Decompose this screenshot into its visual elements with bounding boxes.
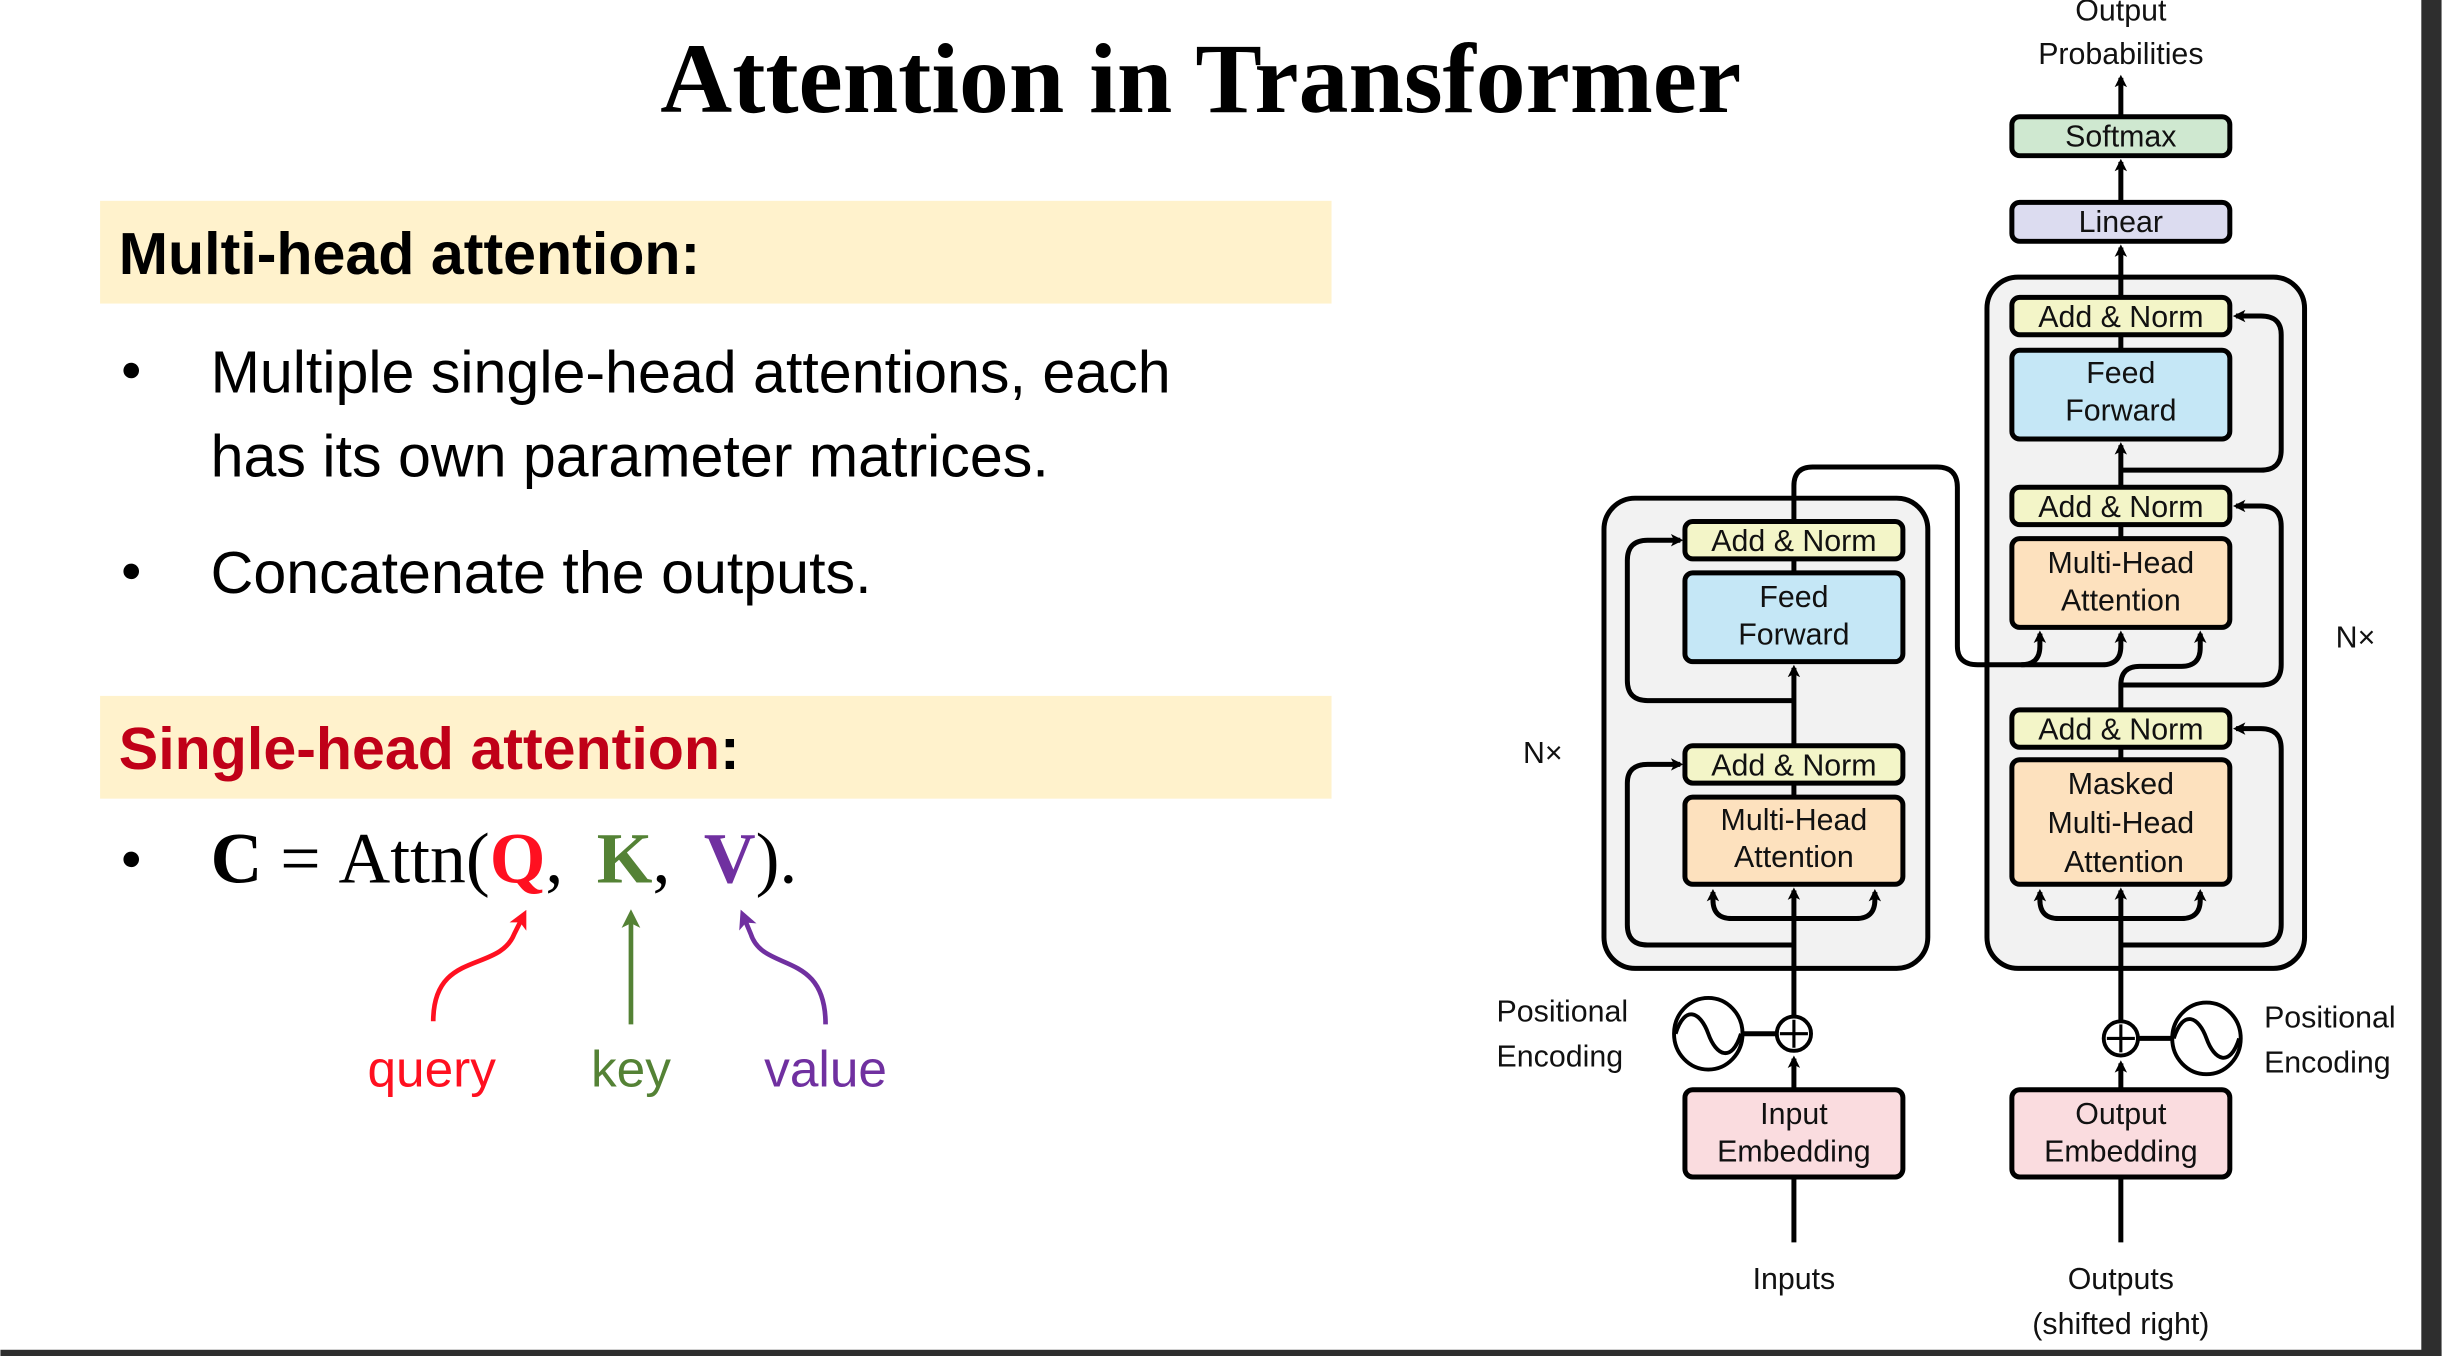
bottom-edge [0,1349,2442,1356]
inputs-label: Inputs [1753,1263,1836,1296]
bullet [123,563,140,580]
encoder-positional-encoding-label: Positional Encoding [1497,995,1629,1073]
bullet-2: Concatenate the outputs. [211,539,872,606]
masked-mha-label: Masked Multi-Head Attention [2047,768,2194,879]
decoder-add-norm-2-label: Add & Norm [2038,491,2203,524]
decoder-add-norm-3-label: Add & Norm [2038,301,2203,334]
query-arrow [430,909,527,1022]
attention-formula: C = Attn(Q, K, V). [211,820,798,899]
decoder-add-norm-1-label: Add & Norm [2038,713,2203,746]
right-edge [2421,0,2442,1356]
single-head-heading: Single-head attention: [119,715,740,782]
outputs-label: Outputs (shifted right) [2032,1263,2209,1341]
encoder-add-norm-1-label: Add & Norm [1711,749,1876,782]
query-label: query [367,1040,496,1098]
decoder-positional-encoding-label: Positional Encoding [2264,1002,2396,1080]
output-probabilities-label: Output Probabilities [2038,0,2203,71]
key-label: key [591,1040,671,1098]
bullet [123,362,140,379]
multi-head-heading: Multi-head attention: [119,220,700,287]
transformer-diagram: Softmax Linear Add & Norm Feed Forward Ad… [1497,0,2396,1341]
value-label: value [764,1040,887,1098]
bullet [123,851,140,868]
bullet-1-line-1: Multiple single-head attentions, each [211,338,1171,405]
slide-title: Attention in Transformer [660,23,1741,134]
softmax-label: Softmax [2065,120,2176,153]
encoder-add-norm-2-label: Add & Norm [1711,525,1876,558]
decoder-nx-label: N× [2336,622,2376,655]
bullet-1-line-2: has its own parameter matrices. [211,422,1049,489]
encoder-nx-label: N× [1523,737,1563,770]
encoder-block [1601,495,1931,971]
slide: Attention in Transformer Multi-head atte… [0,0,2442,1356]
linear-label: Linear [2079,206,2163,239]
value-arrow [739,909,828,1025]
